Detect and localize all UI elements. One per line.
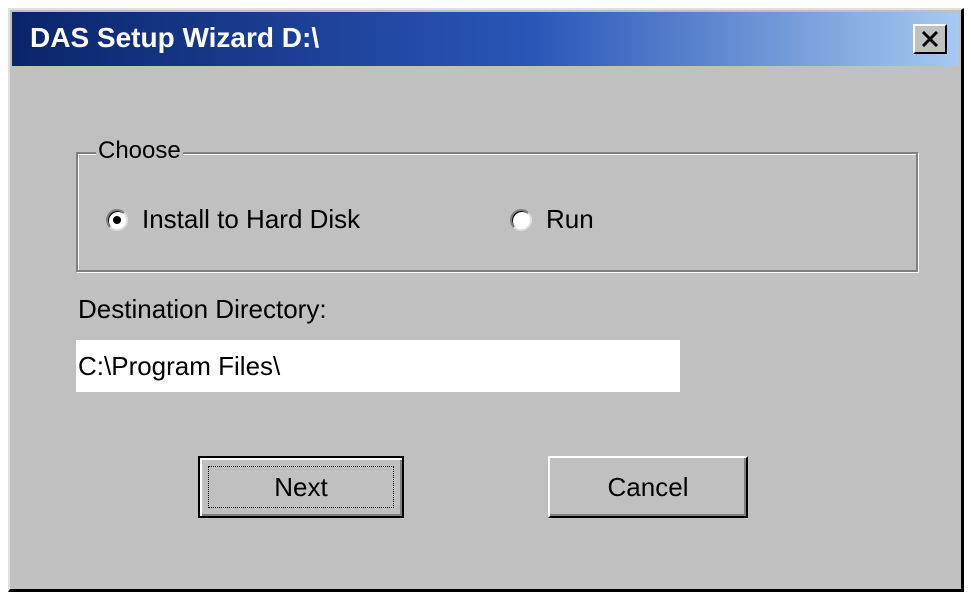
radio-label: Install to Hard Disk bbox=[142, 204, 361, 234]
destination-directory-label: Destination Directory: bbox=[78, 294, 327, 324]
radio-selected-icon bbox=[106, 208, 128, 231]
radio-install-to-hard-disk[interactable]: Install to Hard Disk bbox=[106, 204, 360, 235]
close-button[interactable] bbox=[913, 24, 947, 54]
radio-label: Run bbox=[546, 204, 594, 234]
destination-directory-input[interactable] bbox=[76, 340, 680, 392]
window-title: DAS Setup Wizard D:\ bbox=[30, 22, 320, 53]
choose-groupbox: Choose Install to Hard Disk Run bbox=[76, 137, 918, 272]
focus-rectangle bbox=[208, 466, 394, 508]
title-bar[interactable]: DAS Setup Wizard D:\ bbox=[12, 12, 959, 66]
radio-unselected-icon bbox=[510, 208, 532, 231]
setup-wizard-dialog: DAS Setup Wizard D:\ Choose Install to H… bbox=[8, 8, 964, 592]
close-icon bbox=[921, 31, 939, 47]
cancel-button-label: Cancel bbox=[607, 471, 689, 502]
groupbox-legend: Choose bbox=[96, 137, 183, 165]
cancel-button[interactable]: Cancel bbox=[548, 456, 748, 518]
next-button[interactable]: Next bbox=[198, 456, 404, 518]
radio-run[interactable]: Run bbox=[510, 204, 594, 235]
